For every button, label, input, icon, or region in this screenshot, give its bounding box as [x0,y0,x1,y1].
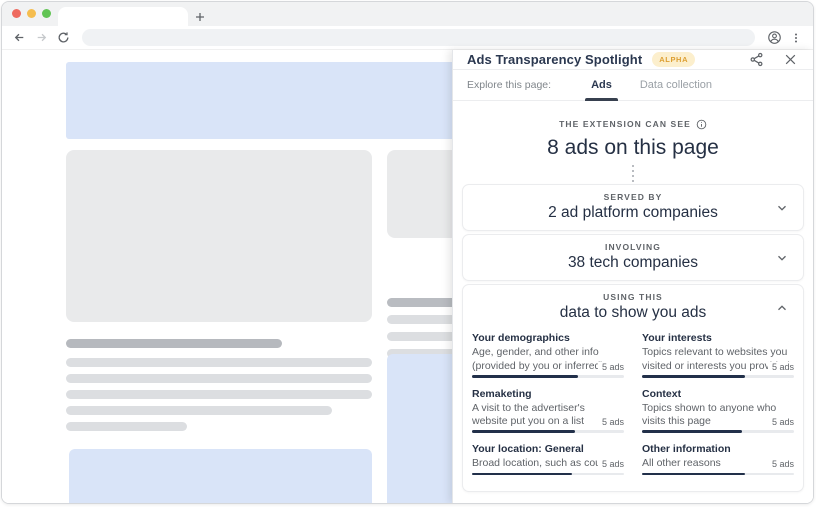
skeleton-ad-block-bottom [69,449,372,503]
browser-window: Ads Transparency Spotlight ALPHA Explore… [1,1,814,504]
skeleton-text-line [66,358,372,367]
reason-progress-bar [642,375,794,378]
ad-count: 5 ads [597,459,624,469]
skeleton-heading-line [66,339,282,348]
panel-title: Ads Transparency Spotlight [467,52,643,68]
alpha-badge: ALPHA [652,52,696,68]
data-reasons-grid: Your demographics Age, gender, and other… [463,330,803,491]
ad-count: 5 ads [597,416,624,427]
chevron-down-icon[interactable] [775,201,789,215]
section-using-this: USING THIS data to show you ads Your dem… [462,284,804,492]
tab-ads[interactable]: Ads [577,70,626,101]
reason-progress-bar [472,472,624,475]
traffic-lights [12,9,51,18]
section-involving-toggle[interactable]: INVOLVING 38 tech companies [463,235,803,280]
forward-icon[interactable] [32,29,50,47]
back-icon[interactable] [10,29,28,47]
ads-count-headline: 8 ads on this page [547,136,719,160]
skeleton-hero-image [66,150,372,322]
reload-icon[interactable] [54,29,72,47]
share-icon[interactable] [747,51,765,69]
chevron-down-icon[interactable] [775,251,789,265]
summary-eyebrow: THE EXTENSION CAN SEE [559,119,707,130]
panel-sections: SERVED BY 2 ad platform companies INVOLV… [453,184,813,503]
maximize-window-icon[interactable] [42,9,51,18]
content-area: Ads Transparency Spotlight ALPHA Explore… [2,50,813,503]
close-panel-icon[interactable] [781,51,799,69]
ads-summary: THE EXTENSION CAN SEE 8 ads on this page [453,101,813,184]
minimize-window-icon[interactable] [27,9,36,18]
reason-progress-bar [642,430,794,433]
ad-count: 5 ads [767,416,794,427]
skeleton-text-line [66,406,332,415]
section-served-by-toggle[interactable]: SERVED BY 2 ad platform companies [463,185,803,230]
dotted-connector [632,165,634,183]
address-bar[interactable] [82,29,755,46]
reason-your-location: Your location: General Broad location, s… [472,443,624,479]
browser-toolbar [2,26,813,50]
tabs-label: Explore this page: [467,79,552,92]
reason-context: Context Topics shown to anyone who visit… [642,388,794,437]
panel-header: Ads Transparency Spotlight ALPHA [453,50,813,71]
reason-other-information: Other information All other reasons 5 ad… [642,443,794,479]
skeleton-ad-banner [66,62,462,139]
section-using-this-toggle[interactable]: USING THIS data to show you ads [463,285,803,330]
tab-data-collection[interactable]: Data collection [626,70,726,101]
titlebar [2,2,813,26]
section-served-by: SERVED BY 2 ad platform companies [462,184,804,232]
ad-count: 5 ads [767,361,794,372]
section-involving: INVOLVING 38 tech companies [462,234,804,282]
close-window-icon[interactable] [12,9,21,18]
info-icon[interactable] [696,119,707,130]
reason-progress-bar [472,375,624,378]
reason-your-interests: Your interests Topics relevant to websit… [642,332,794,381]
reason-progress-bar [472,430,624,433]
browser-tab[interactable] [58,7,188,26]
chevron-up-icon[interactable] [775,301,789,315]
profile-avatar-icon[interactable] [765,29,783,47]
panel-tabs: Explore this page: Ads Data collection [453,70,813,102]
skeleton-text-line [66,390,372,399]
reason-your-demographics: Your demographics Age, gender, and other… [472,332,624,381]
skeleton-text-line [66,374,372,383]
ad-count: 5 ads [597,361,624,372]
skeleton-text-line [66,422,187,431]
new-tab-icon[interactable] [188,7,212,26]
reason-remarketing: Remaketing A visit to the advertiser's w… [472,388,624,437]
reason-progress-bar [642,472,794,475]
ad-count: 5 ads [767,459,794,469]
ads-transparency-panel: Ads Transparency Spotlight ALPHA Explore… [452,50,813,503]
browser-menu-icon[interactable] [787,29,805,47]
